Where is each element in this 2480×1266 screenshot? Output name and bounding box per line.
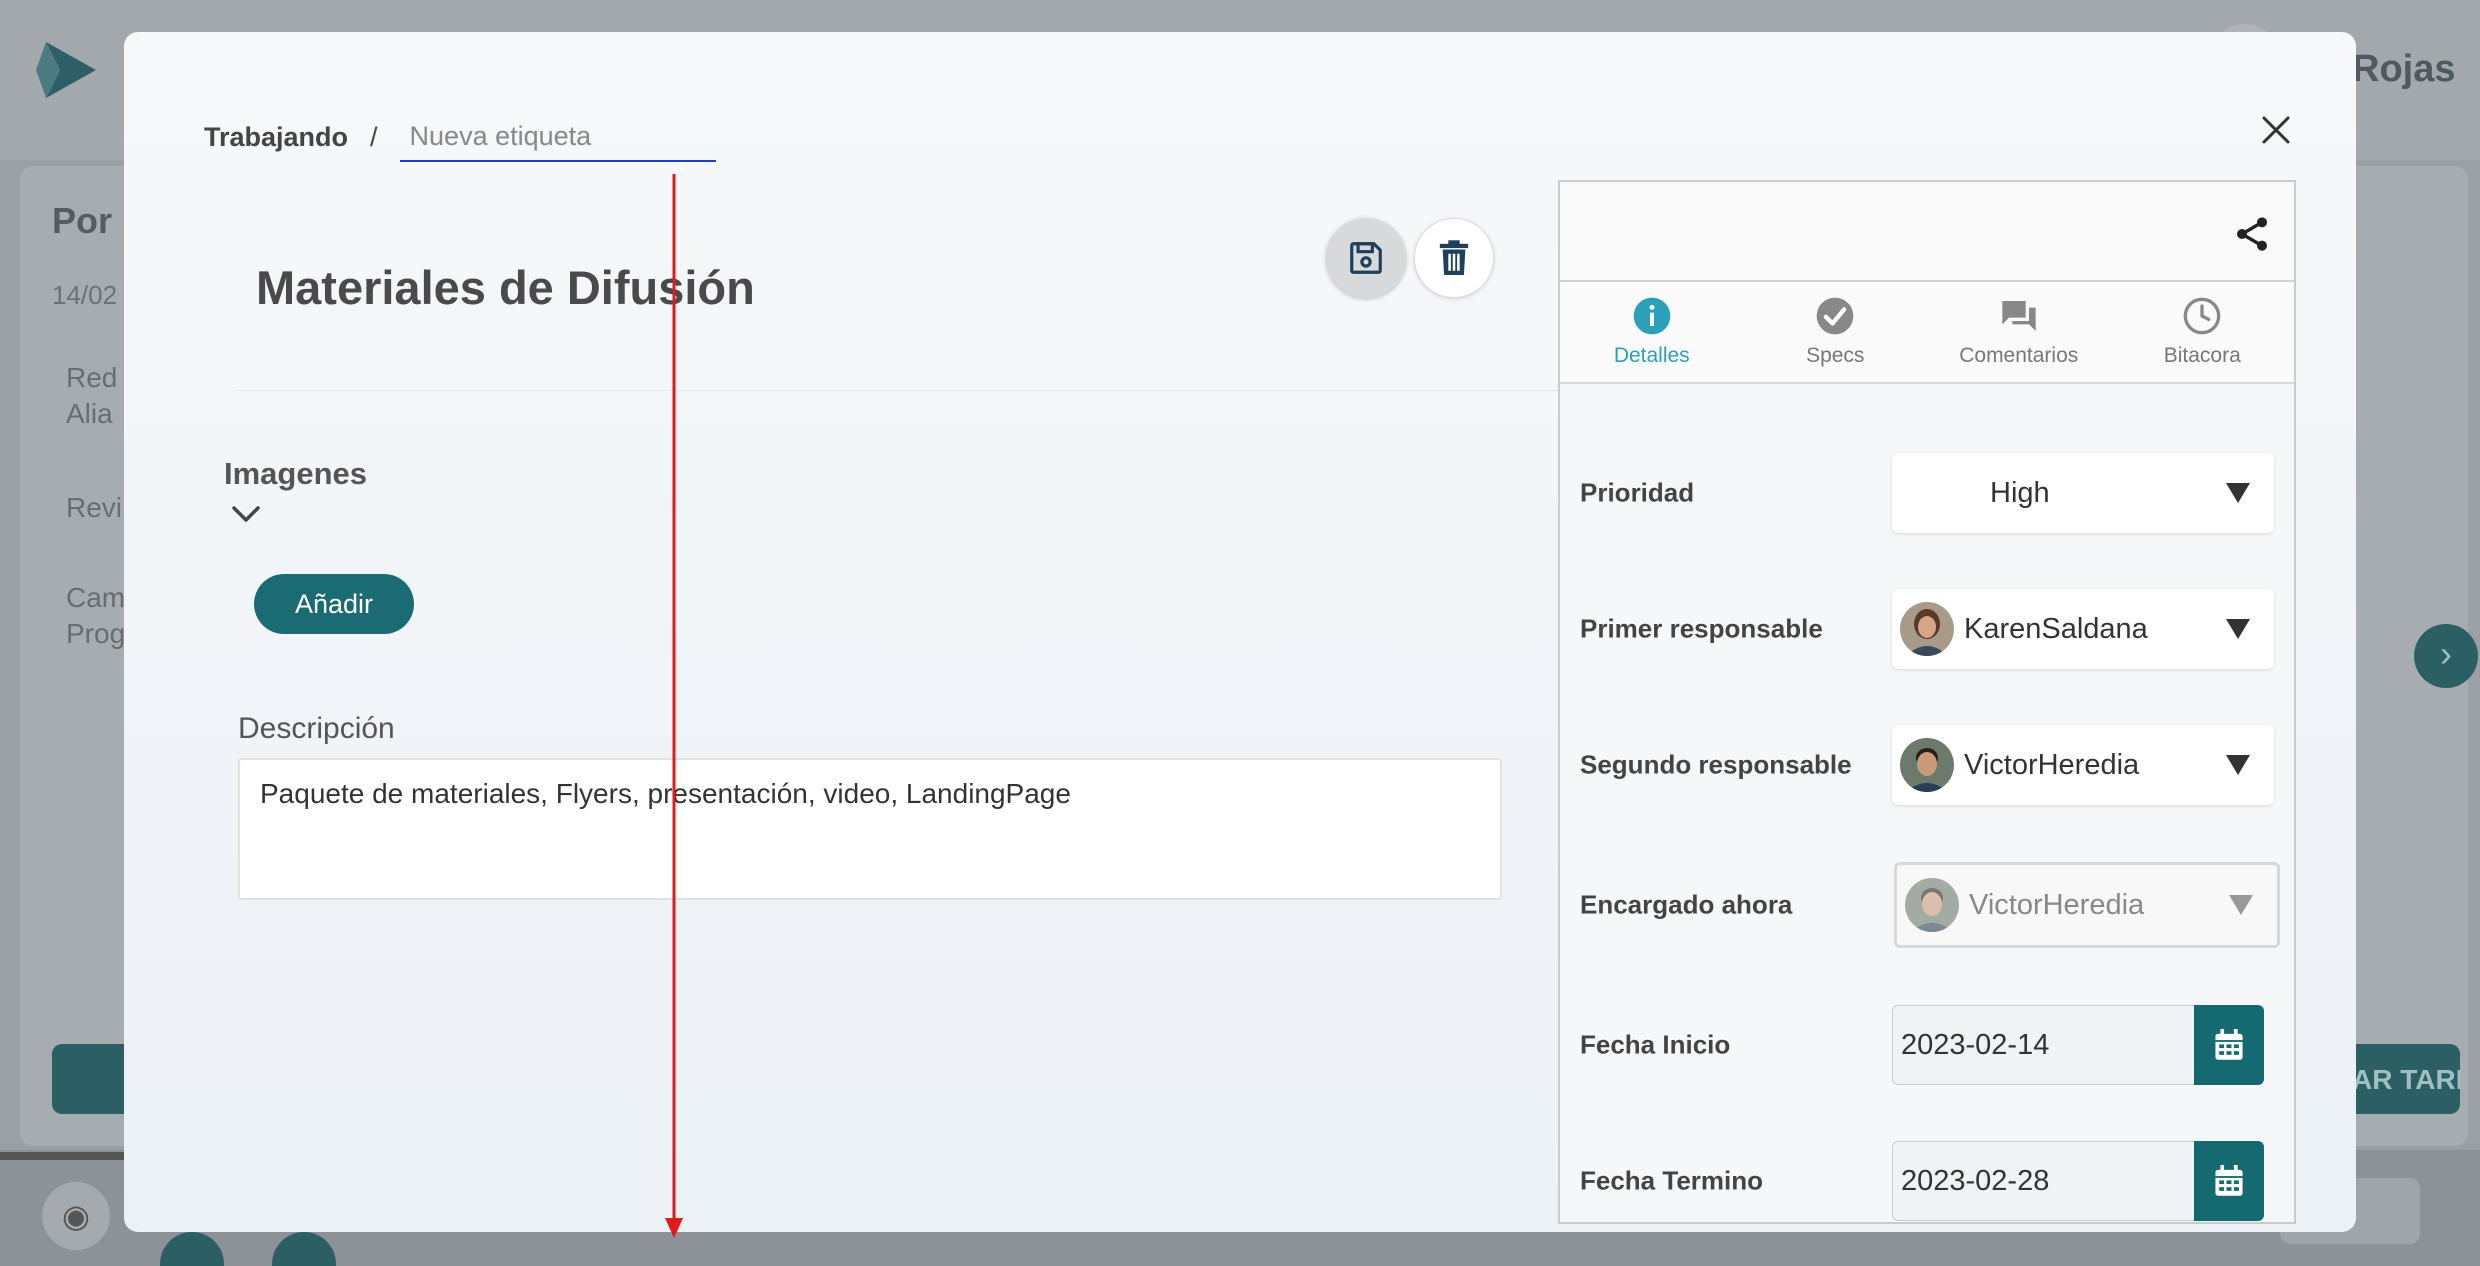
avatar [1900,602,1954,656]
avatar [1905,878,1959,932]
priority-value: High [1990,476,2050,509]
background-item: Revi [66,492,123,523]
first-owner-select[interactable]: KarenSaldana [1892,589,2274,669]
start-date-calendar-button[interactable] [2194,1005,2264,1085]
tab-comentarios[interactable]: Comentarios [1927,282,2111,382]
start-date-row: Fecha Inicio [1560,1000,2294,1090]
details-panel: Detalles Specs Comentarios Bitacora Prio… [1558,180,2296,1224]
tab-detalles[interactable]: Detalles [1560,282,1744,382]
end-date-label: Fecha Termino [1580,1165,1764,1196]
breadcrumb: Trabajando / [204,112,716,162]
tab-label: Detalles [1613,344,1690,367]
caret-down-icon [2226,755,2250,775]
caret-down-icon [2226,483,2250,503]
breadcrumb-separator: / [370,121,378,152]
background-item: Red [66,362,118,393]
tab-label: Specs [1806,344,1865,367]
description-label: Descripción [238,712,395,745]
current-owner-label: Encargado ahora [1580,889,1793,920]
app-logo-icon [36,42,96,98]
first-owner-row: Primer responsable KarenSaldana [1560,584,2294,674]
end-date-input[interactable] [1892,1141,2194,1221]
priority-label: Prioridad [1580,477,1695,508]
save-button[interactable] [1326,218,1406,298]
end-date-row: Fecha Termino [1560,1136,2294,1222]
second-owner-label: Segundo responsable [1580,749,1852,780]
background-column-date: 14/02 [52,280,118,310]
eye-icon: ◉ [42,1182,110,1250]
clock-icon [2183,297,2221,335]
close-button[interactable] [2246,100,2306,160]
background-item: Prog [66,618,126,649]
background-next-icon: › [2414,624,2478,688]
chevron-down-icon[interactable] [228,498,264,528]
background-progress [0,1152,130,1160]
delete-button[interactable] [1414,218,1494,298]
check-circle-icon [1816,297,1854,335]
background-item: Cam [66,582,126,613]
add-image-button[interactable]: Añadir [254,574,414,634]
calendar-icon [2215,1029,2243,1060]
task-modal: Trabajando / Materiales de Difusión Imag… [124,32,2356,1238]
share-icon[interactable] [2232,214,2272,254]
second-owner-select[interactable]: VictorHeredia [1892,725,2274,805]
tab-bitacora[interactable]: Bitacora [2111,282,2295,382]
background-add-task-button: AR TAREA [2340,1044,2460,1114]
first-owner-label: Primer responsable [1580,613,1823,644]
first-owner-value: KarenSaldana [1964,612,2148,645]
close-icon [2262,116,2290,144]
priority-select[interactable]: High [1892,453,2274,533]
end-date-calendar-button[interactable] [2194,1141,2264,1221]
avatar [1900,738,1954,792]
annotation-arrow-icon [665,174,683,1238]
end-date-picker [1892,1141,2264,1221]
breadcrumb-parent[interactable]: Trabajando [204,122,348,153]
start-date-input[interactable] [1892,1005,2194,1085]
tab-label: Bitacora [2163,344,2241,367]
description-textarea[interactable]: Paquete de materiales, Flyers, presentac… [238,758,1502,900]
panel-header [1560,182,2294,282]
info-icon [1633,297,1671,335]
tab-label: Comentarios [1959,344,2079,367]
background-item: Alia [66,398,113,429]
start-date-picker [1892,1005,2264,1085]
current-owner-select: VictorHeredia [1894,862,2280,948]
background-user-name: Rojas [2352,48,2456,90]
comments-icon [2002,301,2036,331]
trash-icon [1439,240,1469,275]
current-owner-value: VictorHeredia [1969,888,2145,921]
caret-down-icon [2229,895,2253,915]
current-owner-row: Encargado ahora VictorHeredia [1560,860,2294,950]
new-tag-input[interactable] [399,112,716,162]
title-divider [236,390,1628,391]
second-owner-row: Segundo responsable VictorHeredia [1560,720,2294,810]
tab-specs[interactable]: Specs [1744,282,1928,382]
second-owner-value: VictorHeredia [1964,748,2140,781]
priority-row: Prioridad High [1560,448,2294,538]
floppy-disk-icon [1350,242,1382,274]
panel-tabs: Detalles Specs Comentarios Bitacora [1560,282,2294,384]
images-section-label: Imagenes [224,456,368,491]
calendar-icon [2215,1165,2243,1196]
caret-down-icon [2226,619,2250,639]
start-date-label: Fecha Inicio [1580,1029,1731,1060]
